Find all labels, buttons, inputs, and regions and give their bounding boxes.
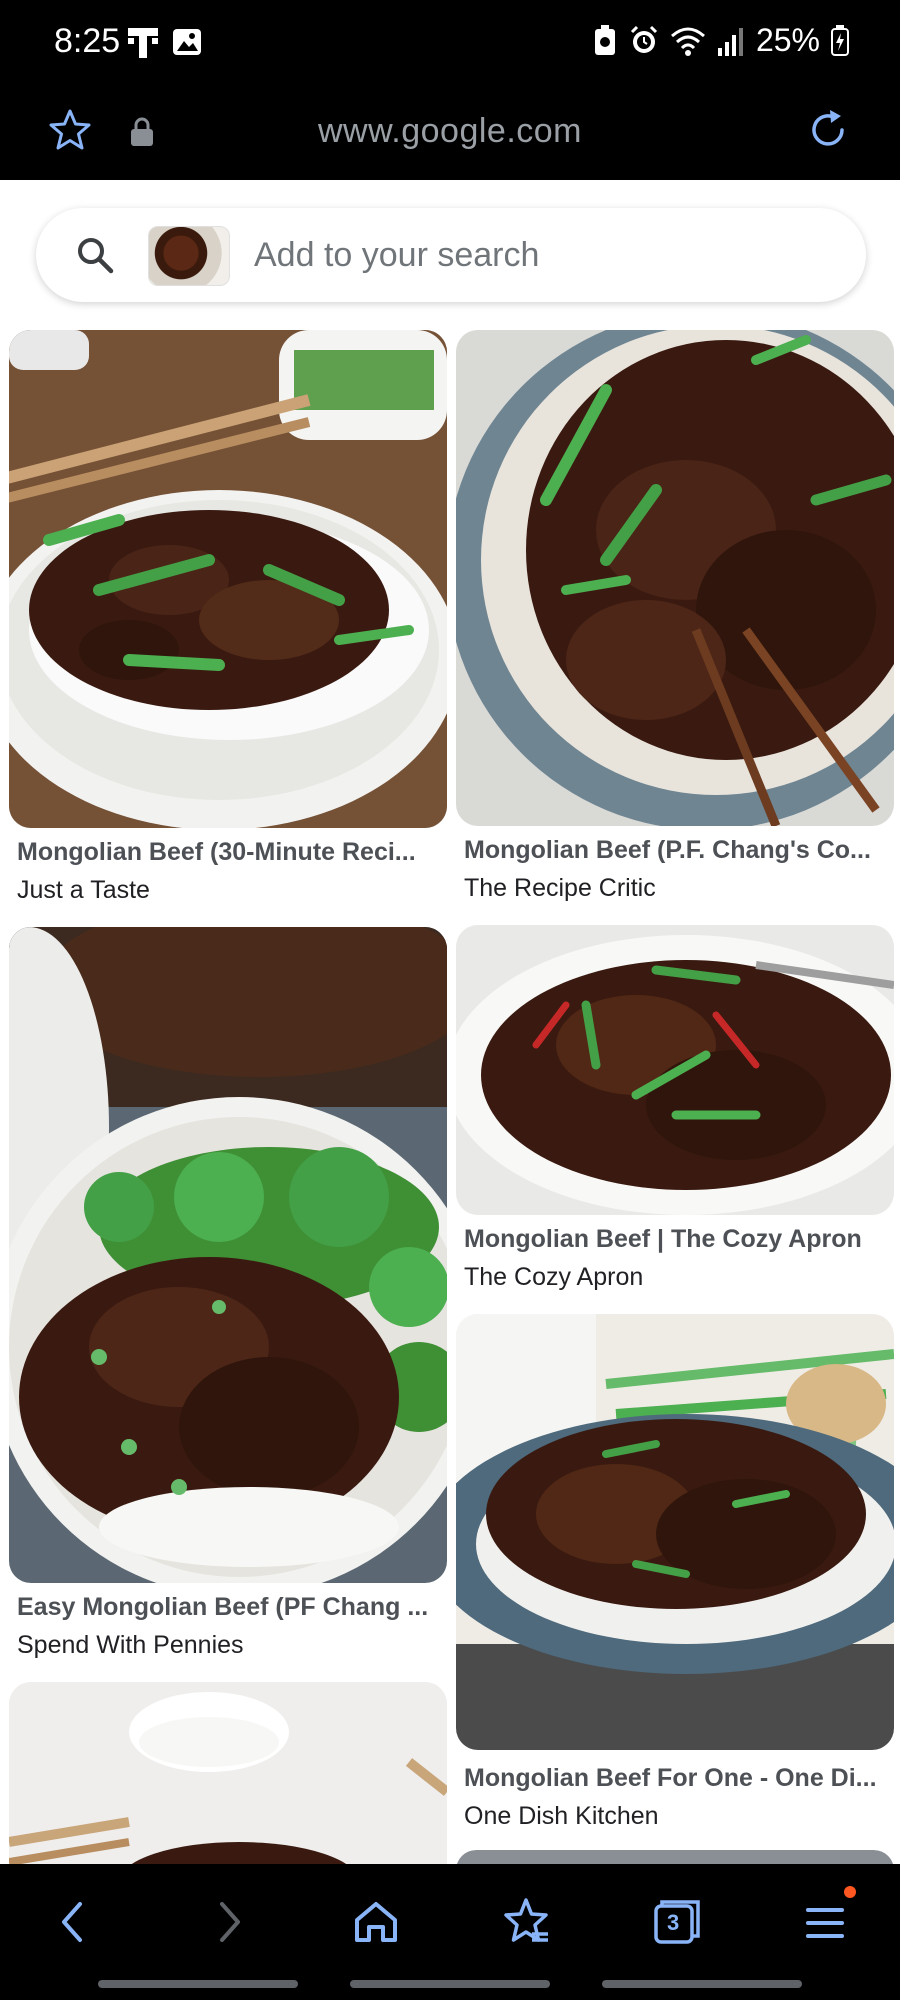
result-card[interactable]: Easy Mongolian Beef (PF Chang ... Spend … (9, 927, 447, 1667)
result-title[interactable]: Mongolian Beef (P.F. Chang's Co... (464, 836, 894, 865)
result-card[interactable]: Mongolian Beef For One - One Di... One D… (456, 1314, 894, 1834)
status-left-icons (126, 24, 204, 60)
result-image[interactable] (9, 1682, 447, 1864)
search-image-thumbnail[interactable] (148, 226, 230, 286)
tab-count: 3 (667, 1910, 680, 1935)
result-source: Just a Taste (17, 876, 150, 904)
result-card[interactable]: Mongolian Beef (P.F. Chang's Co... The R… (456, 330, 894, 910)
signal-icon (717, 27, 743, 56)
battery-icon (831, 24, 849, 56)
result-image[interactable] (9, 927, 447, 1583)
result-card[interactable]: Mongolian Beef | The Cozy Apron The Cozy… (456, 925, 894, 1295)
result-image[interactable] (456, 925, 894, 1215)
back-icon[interactable] (46, 1894, 102, 1950)
result-source: Spend With Pennies (17, 1631, 244, 1659)
search-bar[interactable]: Add to your search (36, 208, 866, 302)
result-card[interactable]: Mongolian Beef (30-Minute Reci... Just a… (9, 330, 447, 910)
bookmarks-icon[interactable] (498, 1894, 554, 1950)
alarm-icon (630, 25, 658, 53)
result-title[interactable]: Easy Mongolian Beef (PF Chang ... (17, 1593, 447, 1622)
result-title[interactable]: Mongolian Beef | The Cozy Apron (464, 1225, 894, 1254)
result-image[interactable] (456, 330, 894, 826)
result-title[interactable]: Mongolian Beef (30-Minute Reci... (17, 838, 447, 867)
tabs-button[interactable]: 3 (648, 1894, 704, 1950)
gesture-recents[interactable] (98, 1980, 298, 1988)
forward-icon[interactable] (200, 1894, 256, 1950)
gesture-home[interactable] (350, 1980, 550, 1988)
status-bar: 8:25 25% (0, 0, 900, 88)
t-mobile-icon (128, 28, 158, 58)
search-input[interactable]: Add to your search (254, 236, 539, 275)
battery-saver-icon (594, 24, 615, 55)
result-image[interactable] (456, 1850, 894, 1864)
status-time: 8:25 (54, 22, 121, 60)
result-card[interactable] (9, 1682, 447, 1864)
menu-icon[interactable] (798, 1894, 854, 1950)
reload-icon[interactable] (804, 106, 852, 154)
status-right-icons: 25% (592, 22, 850, 59)
result-image[interactable] (9, 330, 447, 828)
result-source: The Cozy Apron (464, 1263, 644, 1291)
menu-notification-dot (844, 1886, 856, 1898)
url-text[interactable]: www.google.com (0, 112, 900, 151)
result-image[interactable] (456, 1314, 894, 1750)
result-source: The Recipe Critic (464, 874, 656, 902)
gesture-back[interactable] (602, 1980, 802, 1988)
result-source: One Dish Kitchen (464, 1802, 659, 1830)
battery-percentage: 25% (755, 22, 820, 58)
url-bar: www.google.com (0, 88, 900, 180)
bottom-navigation: 3 (0, 1864, 900, 2000)
wifi-icon (670, 27, 705, 56)
image-notification-icon (173, 29, 201, 55)
home-icon[interactable] (348, 1894, 404, 1950)
search-icon[interactable] (74, 234, 116, 276)
result-card[interactable] (456, 1850, 894, 1864)
result-title[interactable]: Mongolian Beef For One - One Di... (464, 1764, 894, 1793)
